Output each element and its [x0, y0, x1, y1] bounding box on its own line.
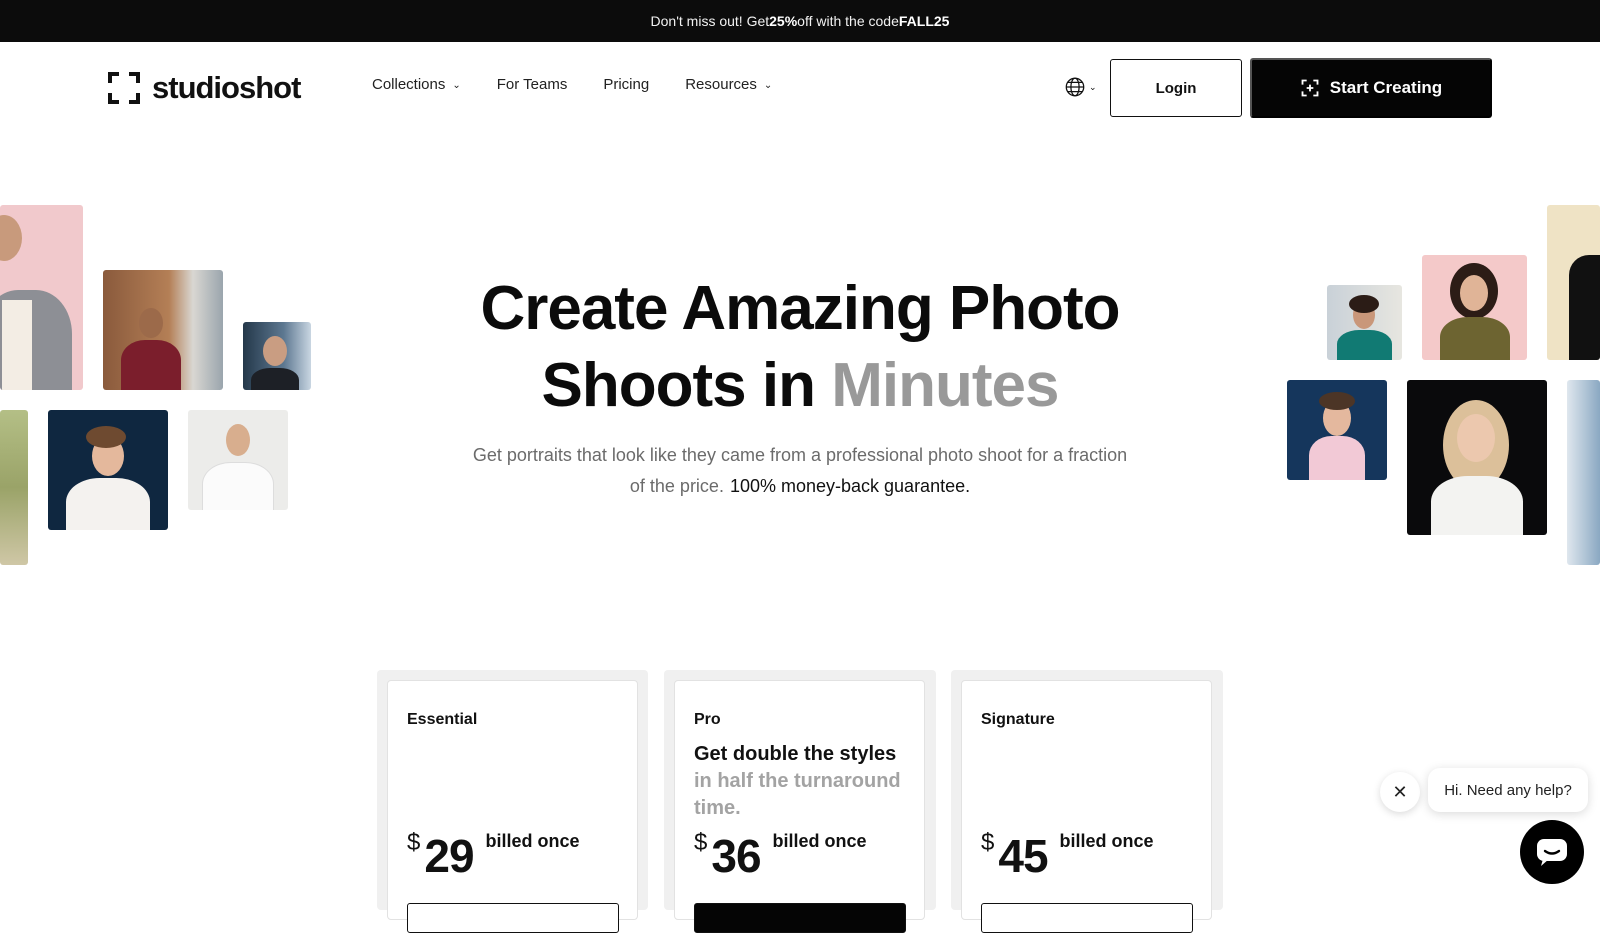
portrait-photo [48, 410, 168, 530]
currency-symbol: $ [694, 829, 708, 856]
globe-icon [1065, 77, 1085, 97]
select-plan-button[interactable] [407, 903, 619, 933]
billing-note: billed once [485, 831, 580, 851]
pricing-card-wrapper: Signature $ 45 billed once [951, 670, 1223, 933]
chat-close-button[interactable]: ✕ [1380, 772, 1420, 812]
nav-collections-label: Collections [372, 76, 446, 93]
main-nav: Collections ⌄ For Teams Pricing Resource… [372, 76, 808, 93]
price-amount: 36 [711, 830, 761, 882]
close-icon: ✕ [1392, 781, 1408, 802]
chat-greeting-bubble[interactable]: Hi. Need any help? [1428, 768, 1588, 812]
pricing-card-pro[interactable]: Pro Get double the styles in half the tu… [674, 680, 925, 933]
chevron-down-icon: ⌄ [763, 80, 773, 91]
logo-frame-icon [108, 72, 140, 104]
plan-price: $ 36 billed once [694, 829, 867, 879]
currency-symbol: $ [981, 829, 995, 856]
portrait-photo [1407, 380, 1547, 535]
portrait-photo [0, 410, 28, 565]
promo-middle: off with the code [797, 13, 899, 29]
pricing-card-wrapper: Pro Get double the styles in half the tu… [664, 670, 936, 933]
nav-resources[interactable]: Resources ⌄ [685, 76, 772, 93]
plan-price: $ 45 billed once [981, 829, 1154, 879]
hero-title-accent: Minutes [831, 351, 1059, 420]
chat-launcher-button[interactable] [1520, 820, 1584, 884]
nav-for-teams-label: For Teams [496, 76, 568, 93]
plan-name: Signature [981, 711, 1055, 728]
logo[interactable]: studioshot [108, 70, 301, 106]
pricing-card-essential[interactable]: Essential $ 29 billed once [387, 680, 638, 933]
select-plan-button[interactable] [981, 903, 1193, 933]
nav-collections[interactable]: Collections ⌄ [372, 76, 461, 93]
hero-subtitle: Get portraits that look like they came f… [470, 440, 1130, 502]
nav-for-teams[interactable]: For Teams [497, 76, 568, 93]
logo-text: studioshot [152, 70, 301, 105]
login-button[interactable]: Login [1110, 59, 1242, 117]
hero-title-line1: Create Amazing Photo [480, 274, 1120, 343]
plan-name: Pro [694, 711, 721, 728]
currency-symbol: $ [407, 829, 421, 856]
portrait-photo [1287, 380, 1387, 480]
portrait-photo [188, 410, 288, 510]
price-amount: 29 [424, 830, 474, 882]
plan-name: Essential [407, 711, 478, 728]
portrait-photo [1547, 205, 1600, 360]
portrait-photo [1422, 255, 1527, 360]
language-selector[interactable]: ⌄ [1064, 76, 1097, 98]
pricing-card-signature[interactable]: Signature $ 45 billed once [961, 680, 1212, 933]
chevron-down-icon: ⌄ [452, 80, 461, 91]
pricing-card-wrapper: Essential $ 29 billed once [377, 670, 648, 933]
site-header: studioshot Collections ⌄ For Teams Prici… [0, 42, 1600, 134]
nav-pricing-label: Pricing [603, 76, 650, 93]
nav-resources-label: Resources [685, 76, 757, 93]
plan-price: $ 29 billed once [407, 829, 580, 879]
promo-banner: Don't miss out! Get 25% off with the cod… [0, 0, 1600, 42]
hero-title: Create Amazing Photo Shoots in Minutes [420, 270, 1180, 424]
portrait-photo [243, 322, 311, 390]
portrait-photo [1327, 285, 1402, 360]
start-creating-label: Start Creating [1329, 78, 1443, 97]
guarantee-text: 100% money-back guarantee. [729, 476, 971, 496]
portrait-photo [0, 205, 83, 390]
billing-note: billed once [772, 831, 867, 851]
promo-discount: 25% [769, 13, 798, 29]
portrait-photo [103, 270, 223, 390]
start-creating-button[interactable]: Start Creating [1250, 58, 1492, 118]
chevron-down-icon: ⌄ [1089, 81, 1097, 92]
select-plan-button[interactable] [694, 903, 906, 933]
promo-code: FALL25 [898, 13, 950, 29]
chat-greeting-text: Hi. Need any help? [1444, 781, 1572, 799]
add-frame-icon [1301, 79, 1319, 97]
chat-icon [1537, 839, 1567, 866]
hero-title-line2: Shoots in [541, 351, 832, 420]
price-amount: 45 [998, 830, 1048, 882]
billing-note: billed once [1059, 831, 1154, 851]
plan-tagline-muted: in half the turnaround time. [694, 770, 901, 819]
nav-pricing[interactable]: Pricing [603, 76, 649, 93]
plan-tagline: Get double the styles in half the turnar… [694, 741, 914, 822]
portrait-photo [1567, 380, 1600, 565]
promo-prefix: Don't miss out! Get [650, 13, 770, 29]
plan-tagline-main: Get double the styles [694, 743, 897, 765]
